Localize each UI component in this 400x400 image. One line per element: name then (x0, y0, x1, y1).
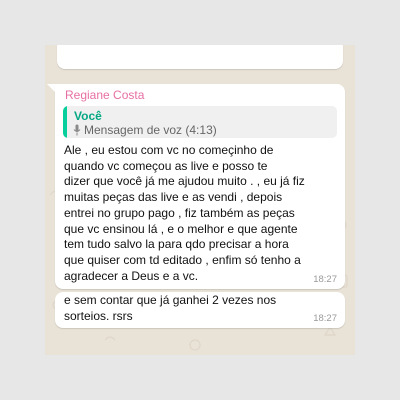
sender-name: Regiane Costa (65, 88, 145, 102)
message-timestamp: 18:27 (313, 274, 337, 285)
message-bubble-2[interactable]: e sem contar que já ganhei 2 vezes nos s… (55, 292, 345, 328)
quoted-message[interactable]: Você Mensagem de voz (4:13) (63, 106, 337, 138)
quote-author: Você (74, 109, 102, 123)
message-line: dizer que você já me ajudou muito . , eu… (64, 174, 305, 189)
message-line: que vc ensinou lá , e o melhor e que age… (64, 221, 298, 236)
previous-message-bubble (57, 45, 343, 69)
message-bubble[interactable]: Regiane Costa Você Mensagem de voz (4:13… (55, 84, 345, 289)
chat-area: Regiane Costa Você Mensagem de voz (4:13… (45, 45, 355, 355)
quote-accent-bar (63, 106, 67, 138)
message-line: muitas peças das live e as vendi , depoi… (64, 190, 283, 205)
message-line: entrei no grupo pago , fiz também as peç… (64, 205, 295, 220)
message-line: sorteios. rsrs (64, 308, 133, 323)
mic-icon (73, 124, 81, 136)
message-text-2: e sem contar que já ganhei 2 vezes nos s… (64, 293, 334, 324)
quote-text: Mensagem de voz (4:13) (84, 123, 217, 137)
message-text: Ale , eu estou com vc no começinho de qu… (64, 143, 340, 284)
message-line: Ale , eu estou com vc no começinho de (64, 143, 274, 157)
quote-content: Mensagem de voz (4:13) (73, 123, 217, 137)
message-line: quando vc começou as live e posso te (64, 158, 268, 173)
message-line: e sem contar que já ganhei 2 vezes nos (64, 293, 277, 307)
message-line: tem tudo salvo la para qdo precisar a ho… (64, 237, 289, 252)
message-timestamp-2: 18:27 (313, 313, 337, 324)
message-line: que quiser com td editado , enfim só ten… (64, 252, 301, 267)
message-line: agradecer a Deus e a vc. (64, 268, 199, 283)
